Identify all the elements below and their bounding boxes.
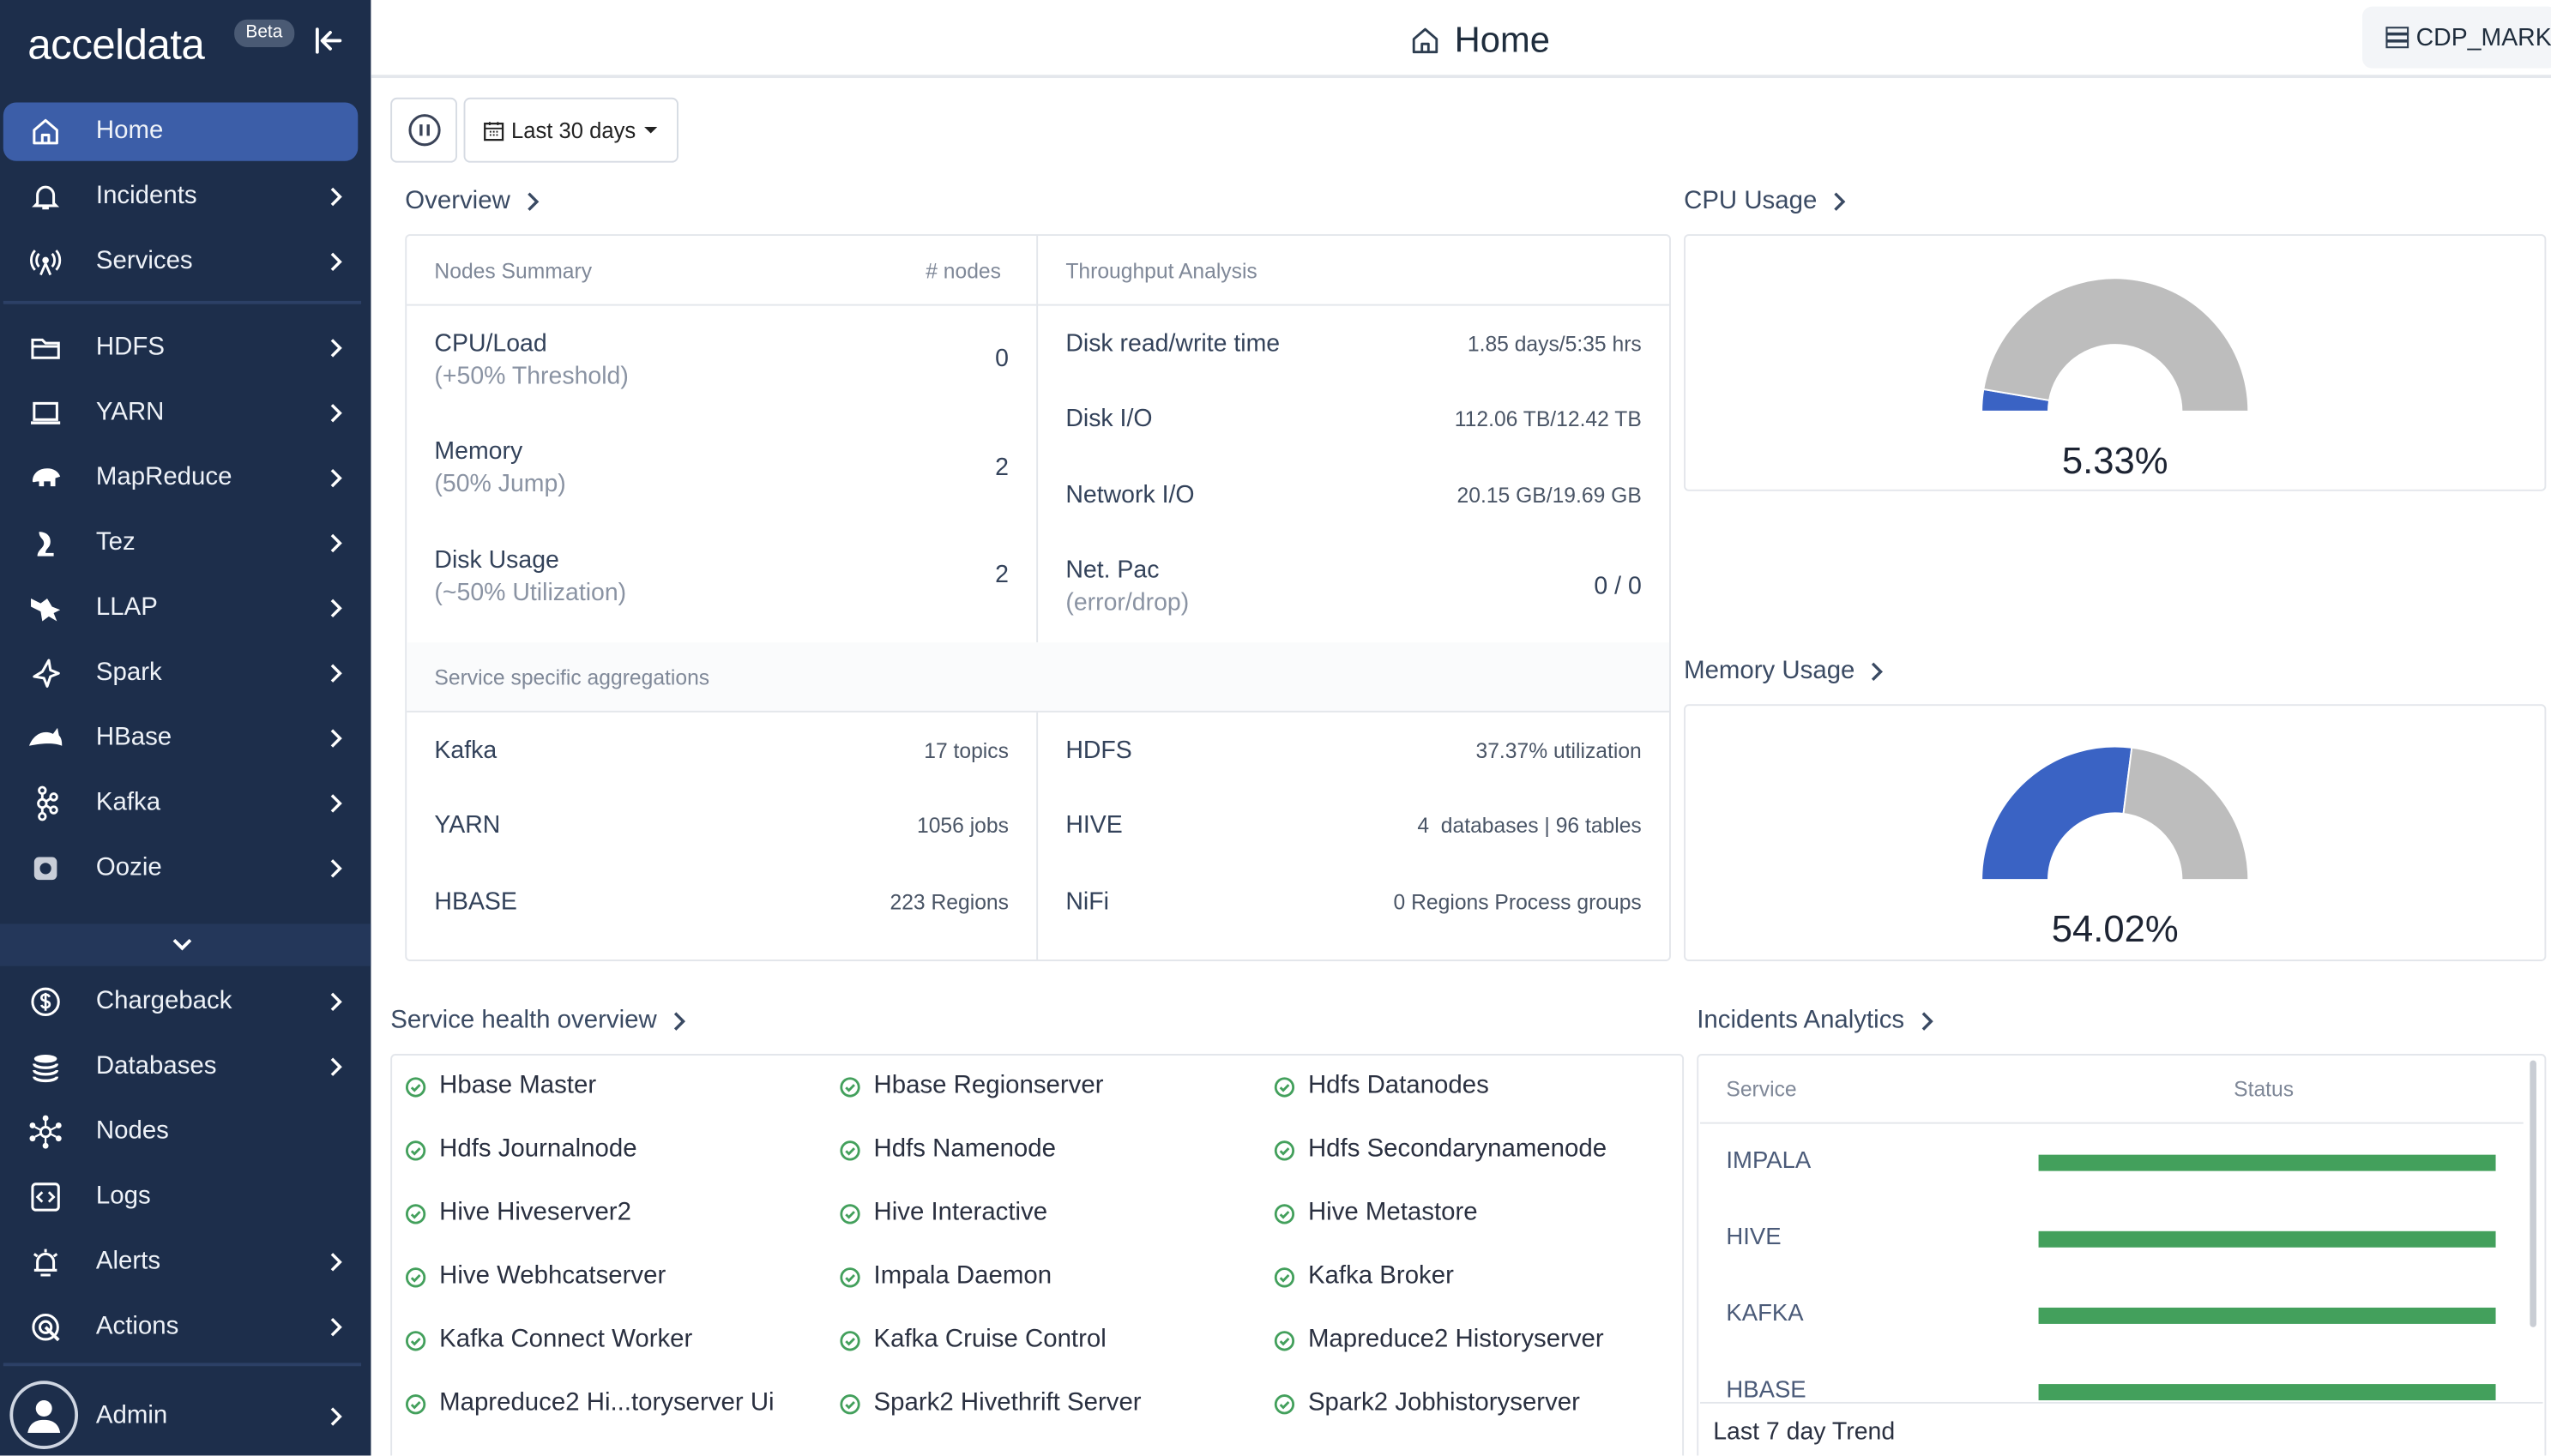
incident-status-bar (2038, 1154, 2496, 1171)
incidents-rows: IMPALA HIVE KAFKA HBASE (0, 0, 2551, 1402)
incident-service-name[interactable]: IMPALA (1726, 1148, 1811, 1174)
incident-status-bar (2038, 1384, 2496, 1401)
incident-status-bar (2038, 1230, 2496, 1248)
incident-service-name[interactable]: KAFKA (1726, 1301, 1803, 1327)
chevron-right-icon (330, 1407, 342, 1426)
incidents-trend-label: Last 7 day Trend (1713, 1417, 1896, 1447)
incident-service-name[interactable]: HBASE (1726, 1378, 1806, 1402)
incident-status-bar (2038, 1307, 2496, 1324)
incident-service-name[interactable]: HIVE (1726, 1224, 1781, 1250)
incidents-footer: Last 7 day Trend (1700, 1401, 2543, 1456)
user-name: Admin (95, 1401, 168, 1430)
